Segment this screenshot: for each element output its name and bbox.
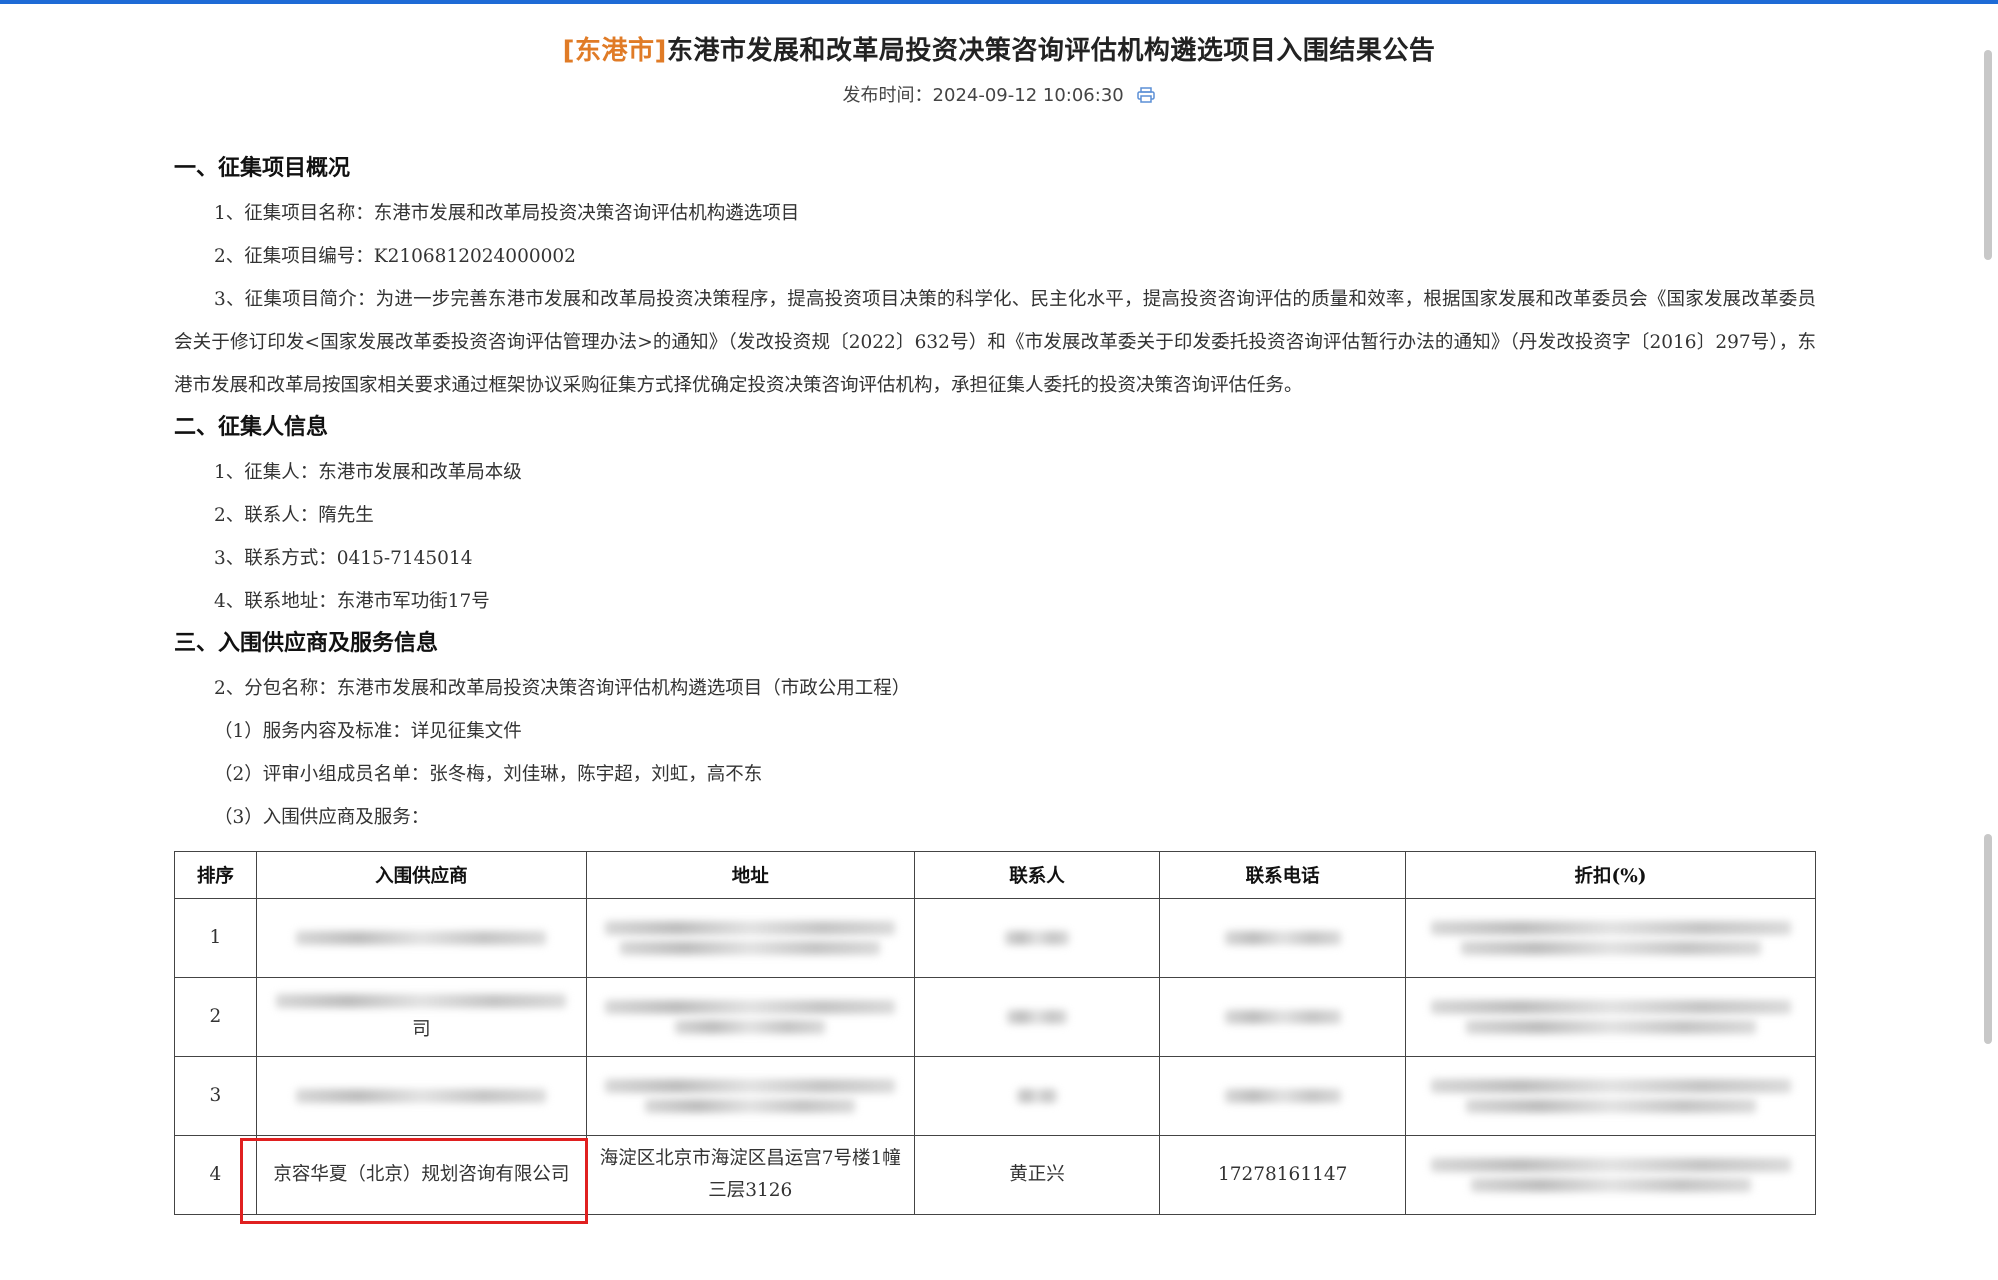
scrollbar-thumb-secondary[interactable] (1984, 834, 1992, 1044)
supplier-cell: 司 (255, 977, 587, 1057)
section-1-heading: 一、征集项目概况 (174, 155, 351, 181)
service-content: （1）服务内容及标准：详见征集文件 (214, 721, 522, 742)
section-3-heading: 三、入围供应商及服务信息 (174, 630, 439, 656)
redacted-text (1430, 1158, 1791, 1172)
table-row: 4 京容华夏（北京）规划咨询有限公司 海淀区北京市海淀区昌运宫7号楼1幢三层31… (174, 1135, 1816, 1225)
phone-cell (1159, 898, 1407, 978)
redacted-text (1460, 941, 1761, 955)
redacted-text (645, 1099, 856, 1113)
project-number: 2、征集项目编号：K2106812024000002 (214, 246, 576, 267)
redacted-text (1224, 931, 1341, 945)
review-panel: （2）评审小组成员名单：张冬梅，刘佳琳，陈宇超，刘虹，高不东 (214, 764, 763, 785)
redacted-text (1017, 1089, 1058, 1103)
contact-cell (913, 1056, 1161, 1136)
contact-address: 4、联系地址：东港市军功街17号 (214, 591, 490, 612)
redacted-text (605, 1000, 896, 1014)
phone-cell: 17278161147 (1159, 1135, 1407, 1215)
header-contact: 联系人 (913, 851, 1161, 899)
collector-name: 1、征集人：东港市发展和改革局本级 (214, 462, 522, 483)
supplier-phone: 17278161147 (1217, 1164, 1348, 1185)
print-icon[interactable] (1137, 87, 1156, 103)
supplier-services-label: （3）入围供应商及服务： (214, 807, 430, 828)
rank-cell: 2 (174, 977, 257, 1057)
discount-cell (1405, 898, 1816, 978)
redacted-text (1430, 1000, 1791, 1014)
contact-cell (913, 977, 1161, 1057)
redacted-text (1465, 1099, 1756, 1113)
redacted-text (1430, 921, 1791, 935)
table-row: 1 (174, 898, 1816, 978)
supplier-address: 海淀区北京市海淀区昌运宫7号楼1幢三层3126 (599, 1148, 901, 1201)
publish-time: 2024-09-12 10:06:30 (932, 85, 1124, 106)
rank-cell: 1 (174, 898, 257, 978)
redacted-text (1430, 1079, 1791, 1093)
phone-cell (1159, 1056, 1407, 1136)
redacted-text (1224, 1010, 1341, 1024)
address-cell (585, 977, 915, 1057)
redacted-text (1465, 1020, 1756, 1034)
header-rank: 排序 (174, 851, 257, 899)
announcement-body: 一、征集项目概况 1、征集项目名称：东港市发展和改革局投资决策咨询评估机构遴选项… (174, 150, 1816, 1225)
supplier-cell (255, 1056, 587, 1136)
rank-cell: 3 (174, 1056, 257, 1136)
section-2-heading: 二、征集人信息 (174, 414, 329, 440)
redacted-text (1005, 931, 1070, 945)
project-name: 1、征集项目名称：东港市发展和改革局投资决策咨询评估机构遴选项目 (214, 203, 800, 224)
supplier-contact: 黄正兴 (1009, 1164, 1065, 1185)
redacted-text (296, 1089, 547, 1103)
supplier-text-fragment: 司 (412, 1019, 431, 1040)
package-name: 2、分包名称：东港市发展和改革局投资决策咨询评估机构遴选项目（市政公用工程） (214, 678, 911, 699)
phone-cell (1159, 977, 1407, 1057)
address-cell (585, 898, 915, 978)
supplier-cell-highlighted: 京容华夏（北京）规划咨询有限公司 (240, 1135, 589, 1225)
header-discount: 折扣(%) (1405, 851, 1816, 899)
supplier-cell (255, 898, 587, 978)
publish-label: 发布时间： (842, 85, 933, 106)
discount-cell (1405, 1056, 1816, 1136)
address-cell (585, 1056, 915, 1136)
redacted-text (605, 1079, 896, 1093)
supplier-table: 排序 入围供应商 地址 联系人 联系电话 折扣(%) 1 2 司 3 4 京容华… (174, 851, 1816, 1225)
redacted-text (276, 994, 567, 1008)
discount-cell (1405, 977, 1816, 1057)
scrollbar-thumb[interactable] (1984, 50, 1992, 260)
supplier-name: 京容华夏（北京）规划咨询有限公司 (273, 1164, 570, 1185)
header-phone: 联系电话 (1159, 851, 1407, 899)
redacted-text (620, 941, 881, 955)
contact-cell: 黄正兴 (913, 1135, 1161, 1215)
announcement-title: [东港市]东港市发展和改革局投资决策咨询评估机构遴选项目入围结果公告 (0, 30, 1998, 67)
redacted-text (605, 921, 896, 935)
redacted-text (675, 1020, 826, 1034)
discount-cell (1405, 1135, 1816, 1215)
header-supplier: 入围供应商 (255, 851, 587, 899)
announcement-header: [东港市]东港市发展和改革局投资决策咨询评估机构遴选项目入围结果公告 发布时间：… (0, 30, 1998, 107)
address-cell: 海淀区北京市海淀区昌运宫7号楼1幢三层3126 (585, 1135, 915, 1215)
title-text: 东港市发展和改革局投资决策咨询评估机构遴选项目入围结果公告 (666, 36, 1436, 66)
table-header-row: 排序 入围供应商 地址 联系人 联系电话 折扣(%) (174, 851, 1816, 899)
contact-cell (913, 898, 1161, 978)
redacted-text (1007, 1010, 1068, 1024)
top-accent-bar (0, 0, 1998, 4)
project-summary: 3、征集项目简介：为进一步完善东港市发展和改革局投资决策程序，提高投资项目决策的… (174, 289, 1816, 396)
region-tag: [东港市] (562, 36, 667, 66)
table-row: 3 (174, 1056, 1816, 1136)
header-address: 地址 (585, 851, 915, 899)
table-row: 2 司 (174, 977, 1816, 1057)
redacted-text (1224, 1089, 1341, 1103)
contact-phone: 3、联系方式：0415-7145014 (214, 548, 473, 569)
redacted-text (296, 931, 547, 945)
redacted-text (1470, 1178, 1751, 1192)
publish-time-row: 发布时间：2024-09-12 10:06:30 (0, 81, 1998, 107)
contact-person: 2、联系人：隋先生 (214, 505, 374, 526)
